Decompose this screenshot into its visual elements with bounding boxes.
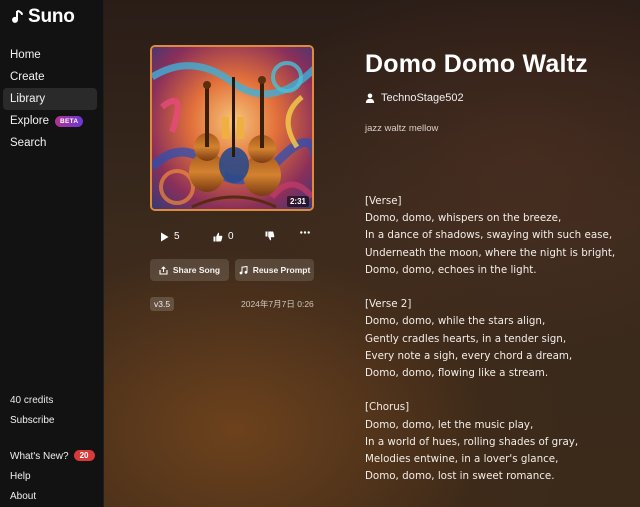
share-song-label: Share Song — [172, 265, 221, 275]
suno-logo[interactable]: Suno — [9, 6, 75, 28]
artist-link[interactable]: TechnoStage502 — [365, 92, 464, 104]
reuse-prompt-button[interactable]: Reuse Prompt — [235, 259, 314, 281]
style-tags: jazz waltz mellow — [365, 123, 439, 134]
play-button[interactable]: 5 — [160, 231, 180, 242]
help-link[interactable]: Help — [10, 471, 31, 482]
like-button[interactable]: 0 — [213, 231, 234, 242]
dislike-button[interactable] — [265, 231, 275, 241]
cover-artwork-image — [152, 47, 312, 209]
credits-count: 40 credits — [10, 395, 54, 406]
sidebar: Suno Home Create Library Explore BETA Se… — [0, 0, 104, 507]
song-stats: 5 0 — [160, 231, 320, 245]
like-count: 0 — [228, 231, 234, 242]
whats-new-label: What's New? — [10, 451, 69, 462]
song-cover-art[interactable]: 2:31 — [150, 45, 314, 211]
whats-new-count-badge: 20 — [73, 450, 95, 461]
artist-name: TechnoStage502 — [381, 92, 464, 104]
sidebar-item-label: Home — [10, 49, 41, 61]
model-version-badge: v3.5 — [150, 297, 175, 311]
sidebar-item-label: Create — [10, 71, 45, 83]
thumbs-up-icon — [213, 232, 223, 241]
lyrics-text: [Verse] Domo, domo, whispers on the bree… — [365, 195, 616, 483]
sidebar-item-create[interactable]: Create — [3, 66, 97, 88]
share-song-button[interactable]: Share Song — [150, 259, 229, 281]
reuse-prompt-label: Reuse Prompt — [252, 265, 311, 275]
whats-new-link[interactable]: What's New? 20 — [10, 450, 95, 462]
duration-label: 2:31 — [286, 196, 309, 207]
beta-badge: BETA — [55, 115, 84, 127]
sidebar-item-explore[interactable]: Explore BETA — [3, 110, 97, 132]
sidebar-item-label: Explore — [10, 115, 49, 127]
sidebar-item-library[interactable]: Library — [3, 88, 97, 110]
more-icon — [300, 231, 310, 234]
song-title: Domo Domo Waltz — [365, 50, 588, 78]
play-icon — [161, 232, 169, 241]
music-note-icon — [239, 265, 248, 274]
sidebar-item-search[interactable]: Search — [3, 132, 97, 154]
play-count: 5 — [174, 231, 180, 242]
more-options-button[interactable] — [300, 231, 310, 234]
sidebar-item-label: Library — [10, 93, 46, 105]
sidebar-item-home[interactable]: Home — [3, 44, 97, 66]
app-name: Suno — [28, 6, 75, 27]
suno-logo-icon — [12, 10, 23, 23]
created-date: 2024年7月7日 0:26 — [241, 299, 314, 309]
user-icon — [365, 93, 375, 103]
thumbs-down-icon — [265, 231, 275, 241]
about-link[interactable]: About — [10, 491, 36, 502]
share-icon — [159, 265, 168, 275]
sidebar-item-label: Search — [10, 137, 47, 149]
song-detail-panel: 2:31 5 0 Share Song Reuse Prompt v3.5 20… — [104, 0, 640, 507]
subscribe-link[interactable]: Subscribe — [10, 415, 54, 426]
sidebar-nav: Home Create Library Explore BETA Search — [3, 44, 97, 154]
